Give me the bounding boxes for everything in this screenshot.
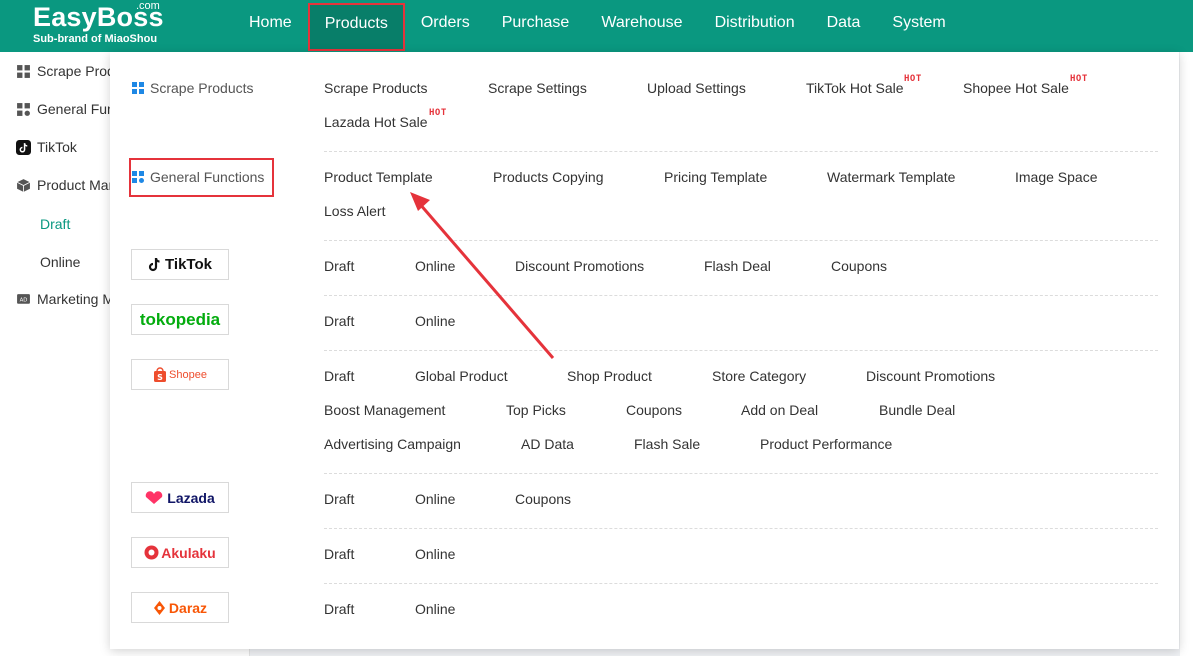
link-lazada-hot-sale[interactable]: Lazada Hot Sale bbox=[324, 114, 428, 130]
divider bbox=[324, 151, 1158, 152]
divider bbox=[324, 240, 1158, 241]
brand-tiktok[interactable]: TikTok bbox=[131, 249, 229, 280]
link-shopee-ad-data[interactable]: AD Data bbox=[521, 436, 574, 452]
link-watermark-template[interactable]: Watermark Template bbox=[827, 169, 955, 185]
link-product-template[interactable]: Product Template bbox=[324, 169, 433, 185]
link-daraz-online[interactable]: Online bbox=[415, 601, 455, 617]
hot-badge: HOT bbox=[904, 74, 922, 84]
link-tokopedia-online[interactable]: Online bbox=[415, 313, 455, 329]
link-shopee-product-performance[interactable]: Product Performance bbox=[760, 436, 892, 452]
divider bbox=[324, 528, 1158, 529]
grid-icon bbox=[17, 64, 30, 78]
brand-label: tokopedia bbox=[139, 309, 221, 329]
link-lazada-coupons[interactable]: Coupons bbox=[515, 491, 571, 507]
products-mega-menu: Scrape Products Scrape Products Scrape S… bbox=[110, 52, 1179, 649]
link-loss-alert[interactable]: Loss Alert bbox=[324, 203, 385, 219]
grid-icon bbox=[132, 82, 144, 94]
sidebar-item-label: TikTok bbox=[37, 139, 77, 155]
nav-home[interactable]: Home bbox=[233, 0, 308, 52]
nav-warehouse[interactable]: Warehouse bbox=[585, 0, 698, 52]
link-shopee-draft[interactable]: Draft bbox=[324, 368, 354, 384]
brand-label: Shopee bbox=[169, 368, 207, 381]
tiktok-icon bbox=[148, 257, 160, 271]
nav-purchase[interactable]: Purchase bbox=[486, 0, 586, 52]
link-tiktok-coupons[interactable]: Coupons bbox=[831, 258, 887, 274]
link-daraz-draft[interactable]: Draft bbox=[324, 601, 354, 617]
link-tiktok-discount-promotions[interactable]: Discount Promotions bbox=[515, 258, 644, 274]
brand-label: Daraz bbox=[168, 599, 208, 616]
link-shopee-top-picks[interactable]: Top Picks bbox=[506, 402, 566, 418]
hot-badge: HOT bbox=[429, 108, 447, 118]
brand-lazada[interactable]: Lazada bbox=[131, 482, 229, 513]
nav-products[interactable]: Products bbox=[307, 3, 405, 51]
link-lazada-online[interactable]: Online bbox=[415, 491, 455, 507]
divider bbox=[324, 350, 1158, 351]
nav-data[interactable]: Data bbox=[811, 0, 877, 52]
logo-subtitle: Sub-brand of MiaoShou bbox=[33, 33, 158, 45]
brand-label: Lazada bbox=[167, 489, 215, 506]
link-shopee-add-on-deal[interactable]: Add on Deal bbox=[741, 402, 818, 418]
main-nav: Home Products Orders Purchase Warehouse … bbox=[233, 0, 962, 52]
link-shopee-flash-sale[interactable]: Flash Sale bbox=[634, 436, 700, 452]
grid-icon bbox=[17, 102, 30, 116]
link-tiktok-flash-deal[interactable]: Flash Deal bbox=[704, 258, 771, 274]
link-pricing-template[interactable]: Pricing Template bbox=[664, 169, 767, 185]
link-shopee-global-product[interactable]: Global Product bbox=[415, 368, 508, 384]
link-shopee-store-category[interactable]: Store Category bbox=[712, 368, 806, 384]
grid-icon bbox=[132, 171, 144, 183]
link-products-copying[interactable]: Products Copying bbox=[493, 169, 604, 185]
link-tokopedia-draft[interactable]: Draft bbox=[324, 313, 354, 329]
akulaku-icon bbox=[144, 545, 159, 560]
link-tiktok-online[interactable]: Online bbox=[415, 258, 455, 274]
brand-shopee[interactable]: S Shopee bbox=[131, 359, 229, 390]
nav-system[interactable]: System bbox=[876, 0, 961, 52]
shopee-bag-icon: S bbox=[154, 367, 167, 382]
ad-icon: AD bbox=[17, 293, 30, 304]
category-scrape-products[interactable]: Scrape Products bbox=[132, 80, 254, 96]
sidebar-item-tiktok[interactable]: TikTok bbox=[16, 139, 77, 155]
top-nav-bar: EasyBoss .com Sub-brand of MiaoShou Home… bbox=[0, 0, 1193, 52]
category-general-functions[interactable]: General Functions bbox=[132, 169, 264, 185]
logo[interactable]: EasyBoss .com Sub-brand of MiaoShou bbox=[33, 0, 164, 46]
sidebar-subitem-online[interactable]: Online bbox=[40, 254, 80, 270]
brand-tokopedia[interactable]: tokopedia bbox=[131, 304, 229, 335]
link-shopee-shop-product[interactable]: Shop Product bbox=[567, 368, 652, 384]
link-upload-settings[interactable]: Upload Settings bbox=[647, 80, 746, 96]
link-image-space[interactable]: Image Space bbox=[1015, 169, 1098, 185]
link-shopee-boost-management[interactable]: Boost Management bbox=[324, 402, 445, 418]
svg-text:S: S bbox=[157, 373, 163, 382]
divider bbox=[324, 583, 1158, 584]
content-edge bbox=[1180, 52, 1193, 656]
hot-badge: HOT bbox=[1070, 74, 1088, 84]
divider bbox=[324, 295, 1158, 296]
brand-daraz[interactable]: Daraz bbox=[131, 592, 229, 623]
link-scrape-settings[interactable]: Scrape Settings bbox=[488, 80, 587, 96]
link-tiktok-draft[interactable]: Draft bbox=[324, 258, 354, 274]
brand-akulaku[interactable]: Akulaku bbox=[131, 537, 229, 568]
link-akulaku-online[interactable]: Online bbox=[415, 546, 455, 562]
divider bbox=[324, 473, 1158, 474]
nav-orders[interactable]: Orders bbox=[405, 0, 486, 52]
link-shopee-bundle-deal[interactable]: Bundle Deal bbox=[879, 402, 955, 418]
link-tiktok-hot-sale[interactable]: TikTok Hot Sale bbox=[806, 80, 904, 96]
link-shopee-discount-promotions[interactable]: Discount Promotions bbox=[866, 368, 995, 384]
brand-label: Akulaku bbox=[161, 544, 216, 561]
tiktok-icon bbox=[16, 139, 31, 155]
link-scrape-products[interactable]: Scrape Products bbox=[324, 80, 428, 96]
logo-domain: .com bbox=[136, 0, 160, 12]
link-shopee-hot-sale[interactable]: Shopee Hot Sale bbox=[963, 80, 1069, 96]
lazada-heart-icon bbox=[145, 490, 163, 504]
sidebar-subitem-draft[interactable]: Draft bbox=[40, 216, 70, 232]
link-shopee-advertising-campaign[interactable]: Advertising Campaign bbox=[324, 436, 461, 452]
svg-text:AD: AD bbox=[20, 297, 28, 303]
box-icon bbox=[16, 178, 31, 192]
link-shopee-coupons[interactable]: Coupons bbox=[626, 402, 682, 418]
brand-label: TikTok bbox=[165, 256, 212, 273]
link-lazada-draft[interactable]: Draft bbox=[324, 491, 354, 507]
category-label: Scrape Products bbox=[150, 80, 254, 96]
link-akulaku-draft[interactable]: Draft bbox=[324, 546, 354, 562]
category-label: General Functions bbox=[150, 169, 265, 185]
daraz-icon bbox=[153, 600, 165, 615]
nav-distribution[interactable]: Distribution bbox=[699, 0, 811, 52]
